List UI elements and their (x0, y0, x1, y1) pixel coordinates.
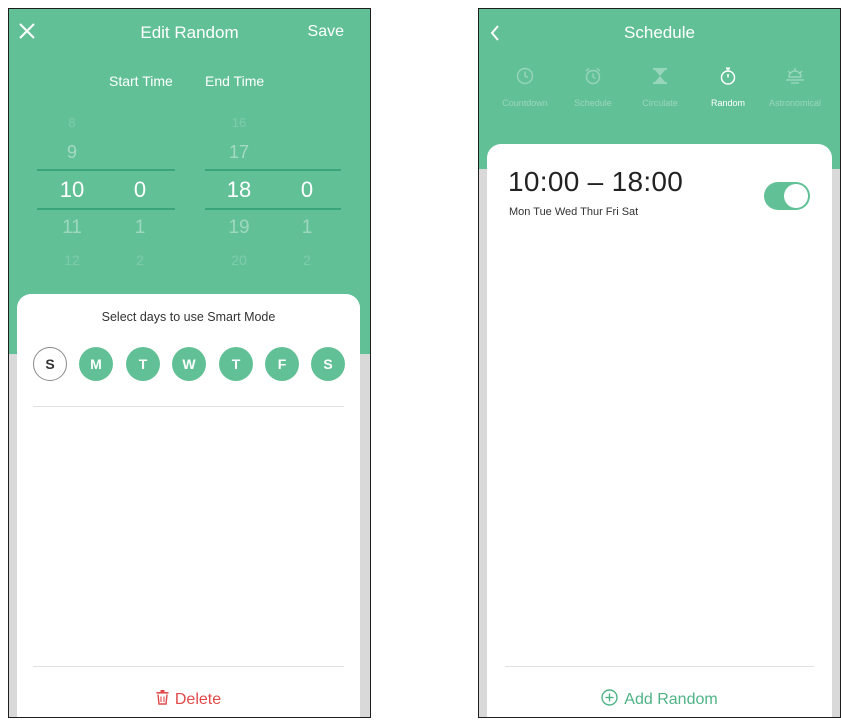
mode-label: Circulate (642, 98, 678, 108)
add-random-label: Add Random (624, 691, 718, 708)
end-time-label: End Time (205, 73, 265, 89)
start-picker-line-bottom (37, 208, 175, 210)
schedule-screen: Schedule Countdown Schedule Circulate Ra… (478, 8, 841, 718)
mode-label: Countdown (502, 98, 548, 108)
mode-tab-random[interactable]: Random (692, 67, 764, 108)
start-hour-option: 8 (68, 115, 76, 130)
repeat-days: Mon Tue Wed Thur Fri Sat (509, 206, 639, 218)
edit-random-screen: Edit Random Save Start Time End Time 8 9… (8, 8, 371, 718)
start-minute-option: 1 (134, 217, 146, 238)
end-hour-option: 20 (231, 252, 247, 268)
end-picker-line-top (205, 169, 341, 171)
save-button[interactable]: Save (308, 23, 344, 41)
day-button-sunday[interactable]: S (33, 347, 67, 381)
divider (505, 666, 814, 667)
mode-tab-circulate[interactable]: Circulate (624, 67, 696, 108)
enable-toggle[interactable] (764, 182, 810, 210)
random-schedule-card: 10:00 – 18:00 Mon Tue Wed Thur Fri Sat A… (487, 144, 832, 717)
start-minute-selected: 0 (133, 177, 147, 202)
stopwatch-icon (720, 67, 736, 85)
mode-label: Astronomical (768, 98, 822, 108)
end-minute-selected: 0 (300, 177, 314, 202)
start-minute-option: 2 (136, 252, 144, 268)
add-random-button[interactable]: Add Random (487, 689, 832, 709)
start-time-label: Start Time (109, 73, 173, 89)
scroll-rail (360, 354, 370, 717)
divider (33, 406, 344, 407)
hourglass-icon (653, 68, 667, 84)
end-hour-selected: 18 (226, 177, 252, 202)
end-hour-option: 19 (228, 217, 250, 238)
clock-icon (516, 67, 534, 85)
trash-icon (156, 690, 169, 705)
day-button-monday[interactable]: M (79, 347, 113, 381)
end-minute-option: 1 (301, 217, 313, 238)
mode-tab-countdown[interactable]: Countdown (489, 67, 561, 108)
start-hour-selected: 10 (59, 177, 85, 202)
divider (33, 666, 344, 667)
day-button-friday[interactable]: F (265, 347, 299, 381)
day-button-thursday[interactable]: T (219, 347, 253, 381)
sheet-title: Select days to use Smart Mode (101, 310, 276, 324)
page-title: Schedule (624, 23, 695, 42)
mode-tab-astronomical[interactable]: Astronomical (759, 67, 831, 108)
end-hour-option: 17 (228, 142, 250, 162)
time-range: 10:00 – 18:00 (508, 166, 684, 197)
day-button-saturday[interactable]: S (311, 347, 345, 381)
sun-icon (786, 68, 804, 84)
day-button-tuesday[interactable]: T (126, 347, 160, 381)
toggle-knob (784, 184, 808, 208)
end-picker-line-bottom (205, 208, 341, 210)
end-hour-option: 16 (231, 115, 247, 130)
delete-button[interactable]: Delete (17, 690, 360, 709)
start-picker-line-top (37, 169, 175, 171)
mode-tab-schedule[interactable]: Schedule (557, 67, 629, 108)
start-hour-option: 11 (62, 217, 82, 238)
start-hour-option: 12 (64, 252, 80, 268)
alarm-clock-icon (585, 67, 601, 85)
delete-label: Delete (174, 691, 222, 708)
mode-label: Random (710, 98, 746, 108)
end-minute-option: 2 (303, 252, 311, 268)
days-sheet: Select days to use Smart Mode S M T W T … (17, 294, 360, 717)
day-button-wednesday[interactable]: W (172, 347, 206, 381)
add-circle-icon (601, 689, 618, 706)
mode-label: Schedule (574, 98, 612, 108)
day-selector: S M T W T F S (33, 347, 345, 383)
start-hour-option: 9 (66, 142, 77, 162)
